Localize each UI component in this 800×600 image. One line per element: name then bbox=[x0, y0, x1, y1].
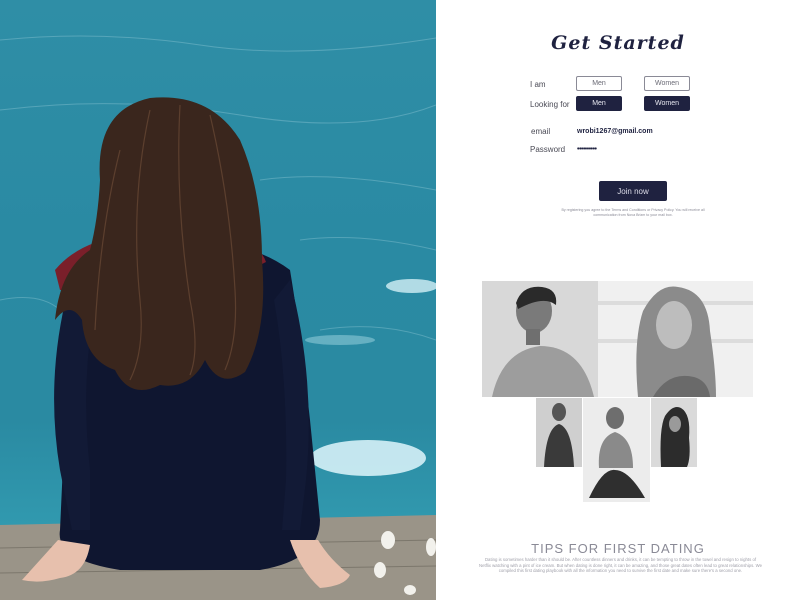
iam-women-button[interactable]: Women bbox=[644, 76, 690, 91]
tips-title: TIPS FOR FIRST DATING bbox=[531, 541, 705, 556]
signup-panel: Get Started I am Men Women Looking for M… bbox=[436, 0, 800, 600]
female-portrait bbox=[651, 398, 697, 467]
looking-men-button[interactable]: Men bbox=[576, 96, 622, 111]
looking-for-label: Looking for bbox=[530, 100, 570, 109]
email-label: email bbox=[531, 127, 551, 136]
email-field[interactable]: wrobi1267@gmail.com bbox=[577, 128, 653, 135]
female-portrait bbox=[598, 281, 753, 397]
looking-women-button[interactable]: Women bbox=[644, 96, 690, 111]
male-portrait bbox=[482, 281, 598, 397]
iam-label: I am bbox=[530, 80, 546, 89]
hero-photo bbox=[0, 0, 436, 600]
iam-men-button[interactable]: Men bbox=[576, 76, 622, 91]
profile-photo[interactable] bbox=[651, 398, 697, 467]
light-reflection bbox=[305, 335, 375, 345]
password-field[interactable]: •••••••••• bbox=[577, 146, 597, 153]
male-portrait bbox=[583, 398, 650, 502]
terms-text: By registering you agree to the Terms an… bbox=[561, 208, 705, 217]
profile-photo[interactable] bbox=[482, 281, 598, 397]
profile-photo[interactable] bbox=[536, 398, 582, 467]
password-label: Password bbox=[530, 145, 566, 154]
light-reflection bbox=[310, 440, 426, 476]
profile-photo[interactable] bbox=[583, 398, 650, 502]
page-title: Get Started bbox=[551, 32, 685, 54]
light-reflection bbox=[386, 279, 436, 293]
tips-body: Dating is sometimes harder than it shoul… bbox=[479, 557, 762, 574]
profile-photo[interactable] bbox=[598, 281, 753, 397]
join-now-button[interactable]: Join now bbox=[599, 181, 667, 201]
male-portrait bbox=[536, 398, 582, 467]
hero-illustration bbox=[0, 35, 436, 600]
